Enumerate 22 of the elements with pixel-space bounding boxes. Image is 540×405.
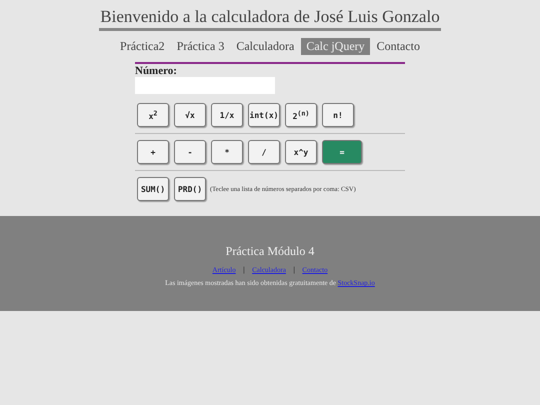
footer-title: Práctica Módulo 4 [226, 244, 314, 259]
nav-link[interactable]: Calculadora [231, 38, 300, 55]
calc-button[interactable]: int(x) [248, 103, 280, 127]
calc-button[interactable]: SUM() [137, 177, 169, 201]
calc-button[interactable]: 1/x [211, 103, 243, 127]
nav-link[interactable]: Práctica2 [115, 38, 170, 55]
calc-button[interactable]: / [248, 140, 280, 164]
calc-button[interactable]: √x [174, 103, 206, 127]
calc-button[interactable]: = [322, 140, 362, 164]
page-title: Bienvenido a la calculadora de José Luis Gonzalo [99, 7, 441, 31]
calc-button[interactable]: x$^{2}$ [137, 103, 169, 127]
calc-button[interactable]: - [174, 140, 206, 164]
calc-button[interactable]: x^y [285, 140, 317, 164]
calc-button[interactable]: 2$^{(n)}$ [285, 103, 317, 127]
number-input[interactable] [135, 77, 275, 94]
calc-button[interactable]: PRD() [174, 177, 206, 201]
calc-button[interactable]: n! [322, 103, 354, 127]
nav-link[interactable]: Práctica 3 [172, 38, 230, 55]
nav-link[interactable]: Contacto [372, 38, 425, 55]
calc-button[interactable]: * [211, 140, 243, 164]
number-label: Número: [135, 65, 178, 77]
calc-button[interactable]: + [137, 140, 169, 164]
